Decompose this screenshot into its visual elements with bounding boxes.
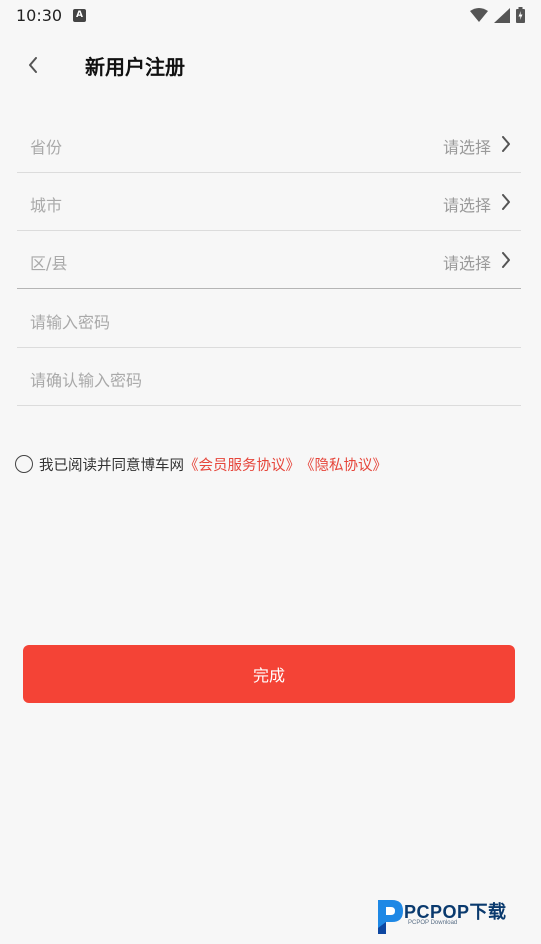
status-time: 10:30: [16, 6, 63, 25]
chevron-left-icon: [29, 57, 37, 73]
page-title: 新用户注册: [85, 55, 185, 79]
district-label: 区/县: [30, 254, 68, 273]
wifi-icon: [470, 8, 488, 22]
watermark-sub: PCPOP Download: [408, 920, 458, 926]
confirm-password-placeholder: 请确认输入密码: [30, 371, 143, 390]
agreement-text: 我已阅读并同意博车网: [39, 457, 184, 474]
province-value: 请选择: [442, 138, 491, 157]
province-label: 省份: [30, 138, 63, 157]
notification-icon: A: [73, 9, 86, 22]
chevron-right-icon: [502, 194, 510, 210]
privacy-agreement-link[interactable]: 《隐私协议》: [300, 454, 387, 475]
password-field[interactable]: 请输入密码: [17, 290, 521, 348]
header: 新用户注册: [0, 38, 541, 94]
status-bar: 10:30 A: [0, 0, 541, 32]
agreement-radio[interactable]: [15, 455, 33, 473]
city-value: 请选择: [442, 196, 491, 215]
status-icons: [470, 7, 525, 23]
district-value: 请选择: [442, 254, 491, 273]
back-button[interactable]: [18, 50, 48, 80]
password-placeholder: 请输入密码: [30, 313, 111, 332]
watermark-logo: PCPOP下载 PCPOP Download: [372, 896, 537, 938]
agreement-row: 我已阅读并同意博车网 《会员服务协议》 《隐私协议》: [15, 452, 387, 476]
pcpop-logo-icon: [378, 900, 403, 934]
city-selector[interactable]: 城市 请选择: [17, 173, 521, 231]
district-selector[interactable]: 区/县 请选择: [17, 231, 521, 289]
city-label: 城市: [30, 196, 63, 215]
member-agreement-link[interactable]: 《会员服务协议》: [184, 454, 300, 475]
province-selector[interactable]: 省份 请选择: [17, 115, 521, 173]
signal-icon: [494, 7, 510, 23]
chevron-right-icon: [502, 252, 510, 268]
chevron-right-icon: [502, 136, 510, 152]
confirm-password-field[interactable]: 请确认输入密码: [17, 348, 521, 406]
battery-icon: [516, 7, 525, 23]
complete-button[interactable]: 完成: [23, 645, 515, 703]
